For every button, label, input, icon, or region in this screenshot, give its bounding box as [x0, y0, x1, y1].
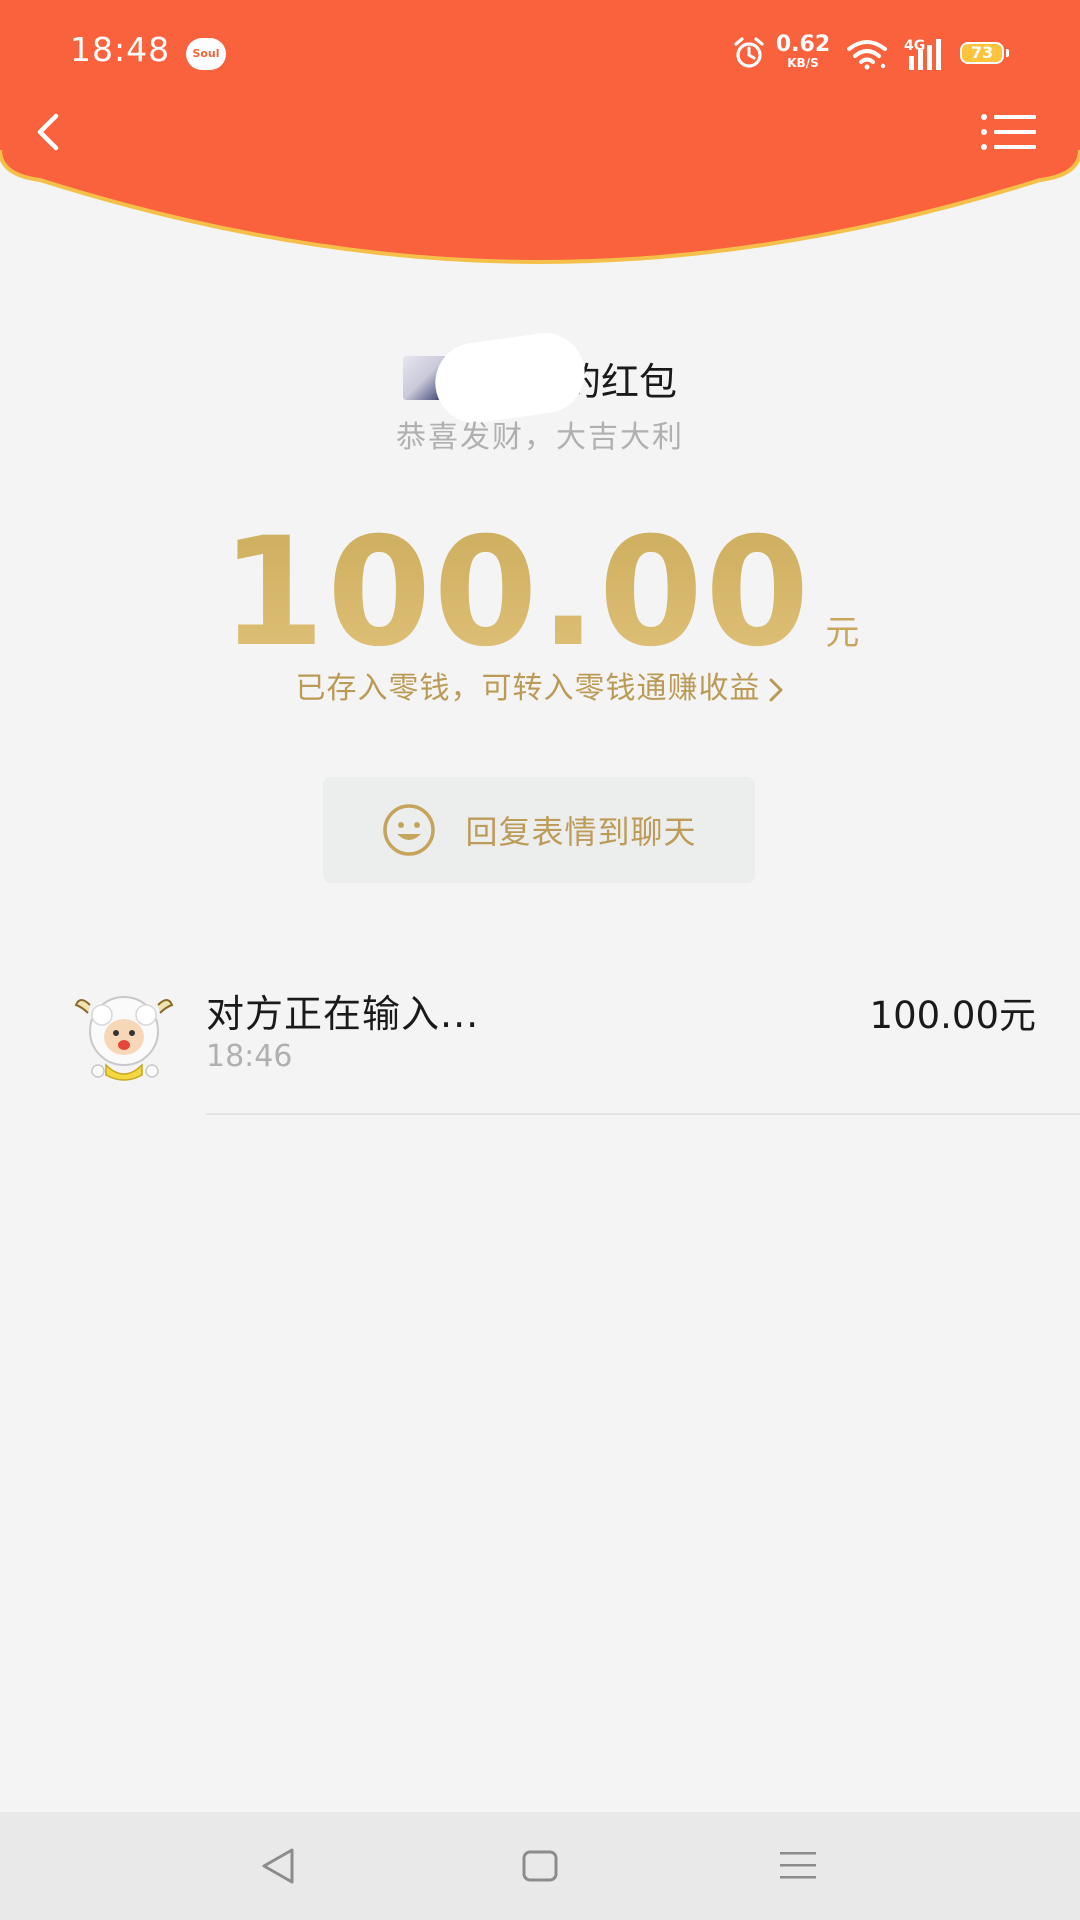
triangle-back-icon[interactable] — [256, 1844, 300, 1888]
back-button[interactable] — [22, 104, 78, 160]
red-packet-detail-screen: 18:48 Soul 0.62 KB/S 4G 73 的红包 恭喜发财，大吉大利… — [0, 0, 1080, 1920]
alarm-icon — [734, 37, 764, 68]
lines-menu-icon[interactable] — [778, 1848, 818, 1884]
list-menu-icon — [981, 114, 1036, 150]
receiver-avatar — [74, 996, 174, 1081]
amount-unit: 元 — [825, 613, 860, 653]
packet-amount: 100.00 — [220, 506, 812, 680]
divider — [206, 1113, 1080, 1115]
battery-icon: 73 — [960, 42, 1009, 64]
wifi-icon — [847, 40, 887, 70]
square-home-icon[interactable] — [520, 1846, 560, 1886]
list-item[interactable]: 对方正在输入... 18:46 100.00元 — [0, 975, 1080, 1115]
signal-4g-icon: 4G — [904, 38, 941, 70]
battery-level: 73 — [970, 43, 994, 62]
status-time: 18:48 — [70, 30, 171, 69]
record-name: 对方正在输入... — [206, 992, 480, 1036]
soul-app-icon: Soul — [186, 38, 226, 70]
system-nav-bar — [0, 1812, 1080, 1920]
net-speed: 0.62 KB/S — [774, 32, 832, 70]
reply-sticker-label: 回复表情到聊天 — [465, 813, 697, 851]
deposit-note: 已存入零钱，可转入零钱通赚收益 — [295, 671, 761, 706]
chevron-left-icon — [37, 113, 59, 151]
status-bar: 18:48 Soul 0.62 KB/S 4G 73 — [0, 0, 1080, 108]
sender-row: 的红包 — [0, 327, 1080, 429]
chevron-right-icon — [769, 678, 782, 701]
record-time: 18:46 — [206, 1039, 293, 1074]
amount-row: 100.00 元 — [0, 506, 1080, 680]
smile-icon — [383, 804, 436, 856]
reply-sticker-button[interactable]: 回复表情到聊天 — [323, 777, 755, 883]
record-amount: 100.00元 — [869, 994, 1036, 1037]
records-menu-button[interactable] — [980, 112, 1038, 152]
deposit-link[interactable]: 已存入零钱，可转入零钱通赚收益 — [0, 663, 1080, 707]
blessing-text: 恭喜发财，大吉大利 — [396, 420, 684, 455]
net-speed-value: 0.62 — [775, 32, 831, 57]
net-speed-unit: KB/S — [787, 56, 819, 70]
